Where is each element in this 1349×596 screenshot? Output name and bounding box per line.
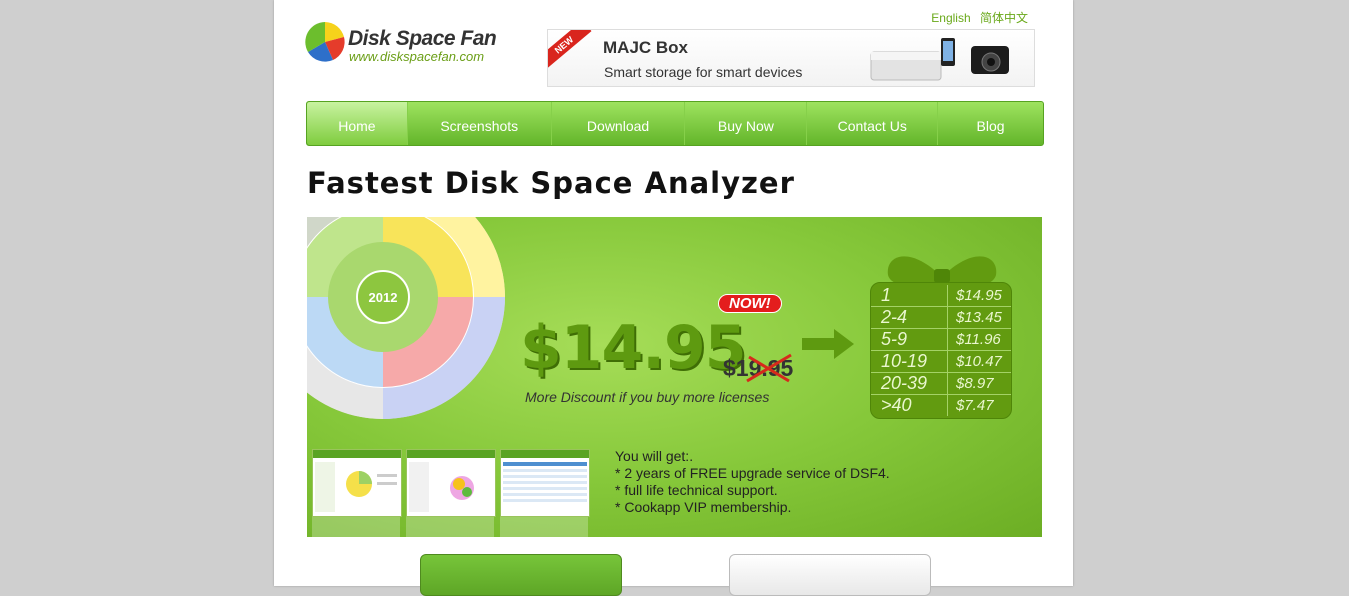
tier-price: $11.96 [956,331,1001,348]
screenshot-thumbnail[interactable] [500,449,590,517]
english-link[interactable]: English [931,11,970,25]
tier-qty: >40 [871,395,948,416]
logo-url: www.diskspacefan.com [349,49,485,64]
tier-row: 2-4 $13.45 [871,307,1011,329]
tier-qty: 20-39 [871,373,948,394]
now-badge: NOW! [718,294,782,313]
current-price: $14.95 [520,313,747,383]
tier-price: $8.97 [956,375,994,392]
benefits-list: You will get:. * 2 years of FREE upgrade… [615,448,890,516]
main-nav: Home Screenshots Download Buy Now Contac… [306,101,1044,146]
logo-name: Disk Space Fan [348,27,497,50]
tier-row: >40 $7.47 [871,395,1011,416]
discount-text: More Discount if you buy more licenses [525,389,770,405]
logo-fan-icon [305,22,345,62]
screenshot-image [407,450,495,512]
nav-screenshots[interactable]: Screenshots [408,102,552,145]
sunburst-graphic: 2012 [307,217,505,419]
nav-contact-us[interactable]: Contact Us [807,102,939,145]
ad-title: MAJC Box [603,38,689,57]
devices-image [870,38,1009,81]
tier-row: 1 $14.95 [871,285,1011,307]
tier-row: 10-19 $10.47 [871,351,1011,373]
nav-buy-now[interactable]: Buy Now [685,102,808,145]
tier-qty: 10-19 [871,351,948,372]
tier-qty: 2-4 [871,307,948,328]
promo-banner[interactable]: 2012 NOW! $14.95 $19.95 More Discount if… [307,217,1042,537]
tier-price: $7.47 [956,397,994,414]
tier-row: 20-39 $8.97 [871,373,1011,395]
page-title: Fastest Disk Space Analyzer [307,166,795,200]
tier-price: $10.47 [956,353,1002,370]
benefit-line: * Cookapp VIP membership. [615,499,792,515]
nav-blog[interactable]: Blog [938,102,1043,145]
tier-row: 5-9 $11.96 [871,329,1011,351]
price-tiers-table: 1 $14.95 2-4 $13.45 5-9 $11.96 10-19 $10.47 … [870,282,1012,419]
site-logo[interactable]: Disk Space Fan www.diskspacefan.com [305,21,515,67]
nav-home[interactable]: Home [307,102,408,145]
year-label: 2012 [369,290,398,305]
tier-qty: 5-9 [871,329,948,350]
arrow-right-icon [802,329,854,359]
strikethrough-mark [746,353,792,383]
benefit-line: * full life technical support. [615,482,778,498]
screenshot-image [501,450,589,502]
screenshot-thumbnail[interactable] [312,449,402,517]
ad-new-ribbon: NEW [548,30,592,70]
old-price: $19.95 [723,353,793,383]
nav-download[interactable]: Download [552,102,686,145]
benefit-line: * 2 years of FREE upgrade service of DSF… [615,465,890,481]
tier-price: $14.95 [956,287,1002,304]
white-action-button[interactable] [729,554,931,596]
benefit-line: You will get:. [615,448,694,464]
thumbnail-reflection [312,517,400,537]
tier-qty: 1 [871,285,948,306]
chinese-link[interactable]: 简体中文 [980,11,1028,25]
ad-subtitle: Smart storage for smart devices [604,64,803,80]
tier-price: $13.45 [956,309,1002,326]
page: English 简体中文 Disk Space Fan www.diskspac… [274,0,1073,596]
screenshot-thumbnail[interactable] [406,449,496,517]
thumbnail-reflection [500,517,588,537]
ad-banner[interactable]: NEW MAJC Box Smart storage for smart dev… [547,29,1035,87]
screenshot-image [313,450,401,512]
thumbnail-reflection [406,517,494,537]
green-action-button[interactable] [420,554,622,596]
language-switcher: English 简体中文 [925,9,1028,26]
